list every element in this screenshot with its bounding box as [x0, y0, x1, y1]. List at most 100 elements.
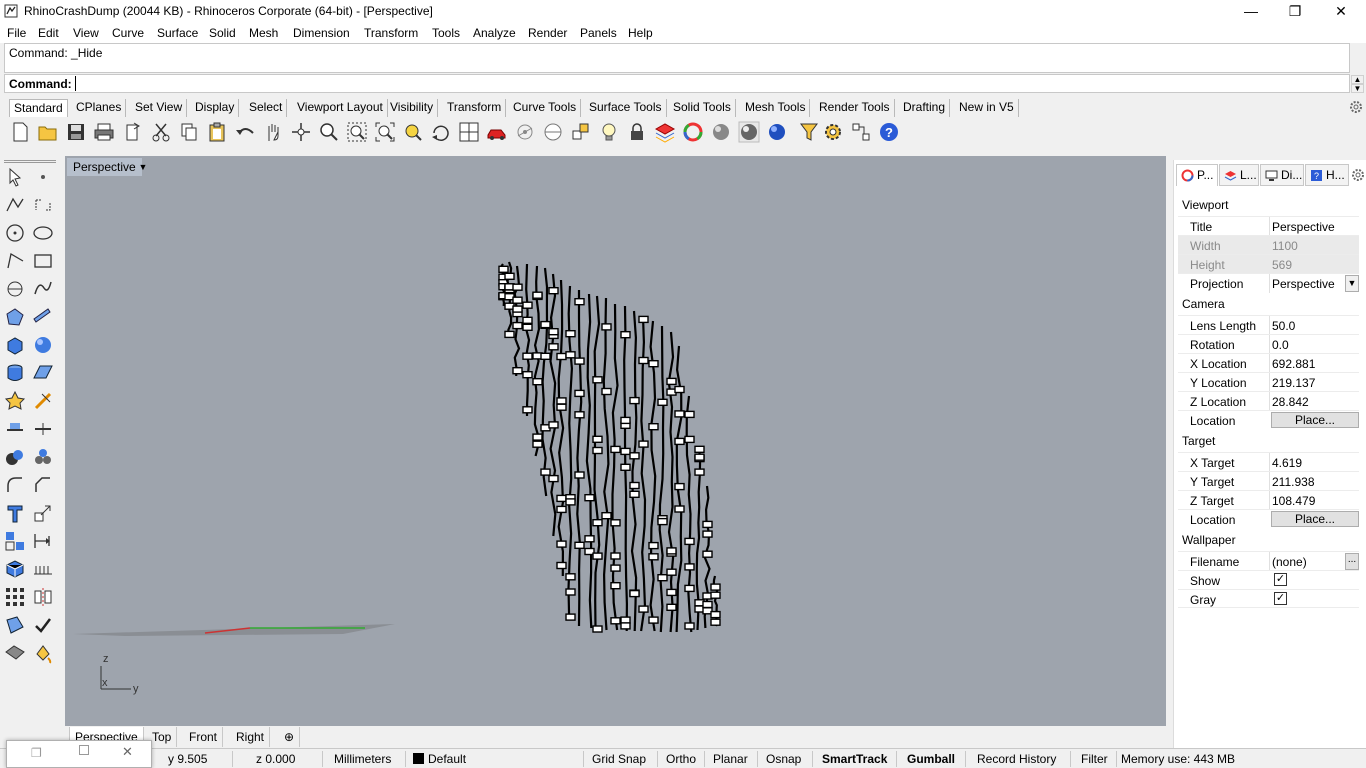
browse-wallpaper-button[interactable]: ... [1345, 553, 1359, 570]
add-viewport-tab-button[interactable]: ⊕ [279, 727, 301, 747]
pan-icon[interactable] [262, 121, 284, 143]
menu-render[interactable]: Render [528, 26, 567, 40]
tab-visibility[interactable]: Visibility [386, 99, 439, 117]
tab-transform[interactable]: Transform [443, 99, 507, 117]
mesh-surface-icon[interactable] [32, 362, 54, 384]
block-icon[interactable] [4, 558, 26, 580]
control-point-marker[interactable] [592, 446, 603, 455]
control-point-marker[interactable] [504, 330, 515, 339]
control-point-marker[interactable] [710, 610, 721, 619]
menu-dimension[interactable]: Dimension [293, 26, 350, 40]
control-point-marker[interactable] [710, 591, 721, 599]
status-layer[interactable]: Default [428, 752, 466, 766]
rotate-3d-icon[interactable] [430, 121, 452, 143]
control-point-marker[interactable] [666, 377, 677, 386]
control-point-marker[interactable] [565, 613, 576, 621]
control-point-marker[interactable] [522, 352, 533, 360]
float-close-button[interactable]: ✕ [122, 744, 133, 760]
control-point-marker[interactable] [694, 468, 705, 476]
prop-rotation-value[interactable]: 0.0 [1272, 338, 1289, 352]
camera-icon[interactable] [514, 121, 536, 143]
control-point-marker[interactable] [638, 440, 649, 448]
control-point-marker[interactable] [702, 600, 713, 609]
toggle-ortho[interactable]: Ortho [666, 752, 696, 766]
gray-checkbox[interactable]: ✓ [1274, 592, 1287, 605]
control-point-marker[interactable] [620, 622, 631, 630]
control-point-marker[interactable] [540, 468, 551, 476]
viewport-scene[interactable]: z x y [65, 156, 1166, 726]
rotate-view-icon[interactable] [290, 121, 312, 143]
control-point-marker[interactable] [629, 452, 640, 460]
minimize-button[interactable]: — [1228, 0, 1274, 23]
rendered-sphere-icon[interactable] [738, 121, 760, 143]
panel-tab-display[interactable]: Di... [1260, 164, 1304, 186]
control-point-marker[interactable] [565, 588, 576, 596]
wireframe-curve[interactable] [649, 320, 657, 632]
control-point-marker[interactable] [556, 494, 567, 503]
lock-icon[interactable] [626, 121, 648, 143]
control-point-marker[interactable] [684, 563, 695, 571]
control-point-marker[interactable] [648, 359, 659, 368]
control-point-marker[interactable] [694, 453, 705, 461]
control-point-marker[interactable] [574, 471, 585, 479]
control-point-marker[interactable] [684, 410, 695, 419]
tab-standard[interactable]: Standard [9, 99, 68, 117]
menu-view[interactable]: View [73, 26, 99, 40]
control-point-marker[interactable] [592, 376, 603, 384]
control-point-marker[interactable] [565, 329, 576, 338]
tab-display[interactable]: Display [191, 99, 240, 117]
polyline-icon[interactable] [4, 194, 26, 216]
control-point-marker[interactable] [666, 588, 677, 597]
control-point-marker[interactable] [498, 265, 509, 274]
control-point-marker[interactable] [532, 433, 543, 441]
control-point-marker[interactable] [684, 435, 695, 444]
toggle-grid-snap[interactable]: Grid Snap [592, 752, 646, 766]
control-point-marker[interactable] [565, 351, 576, 359]
command-input[interactable] [75, 76, 675, 91]
prop-x-target-value[interactable]: 4.619 [1272, 456, 1302, 470]
control-point-marker[interactable] [702, 530, 713, 538]
control-point-marker[interactable] [592, 519, 603, 527]
cylinder-icon[interactable] [4, 362, 26, 384]
wireframe-curve[interactable] [576, 290, 583, 627]
control-point-marker[interactable] [620, 330, 631, 339]
control-point-marker[interactable] [648, 423, 659, 431]
tab-new-in-v5[interactable]: New in V5 [955, 99, 1019, 117]
mirror-icon[interactable] [32, 586, 54, 608]
control-point-marker[interactable] [584, 494, 595, 502]
control-point-marker[interactable] [648, 616, 659, 624]
sphere-icon[interactable] [32, 334, 54, 356]
copy-icon[interactable] [178, 121, 200, 143]
control-point-marker[interactable] [674, 385, 685, 394]
control-point-marker[interactable] [512, 305, 523, 313]
control-point-marker[interactable] [629, 481, 640, 490]
control-point-marker[interactable] [556, 505, 567, 514]
control-point-marker[interactable] [574, 541, 585, 549]
tab-right[interactable]: Right [231, 727, 271, 747]
toggle-record-history[interactable]: Record History [977, 752, 1056, 766]
menu-edit[interactable]: Edit [38, 26, 59, 40]
menu-surface[interactable]: Surface [157, 26, 198, 40]
control-point-marker[interactable] [610, 445, 621, 454]
tab-cplanes[interactable]: CPlanes [72, 99, 127, 117]
array-grid-icon[interactable] [4, 586, 26, 608]
control-point-marker[interactable] [512, 283, 523, 291]
box-icon[interactable] [4, 334, 26, 356]
wireframe-curve[interactable] [513, 265, 521, 377]
control-point-marker[interactable] [556, 403, 567, 411]
wireframe-curve[interactable] [685, 395, 693, 633]
ellipse-icon[interactable] [32, 222, 54, 244]
control-point-marker[interactable] [648, 553, 659, 561]
boolean-union-icon[interactable] [4, 446, 26, 468]
control-point-marker[interactable] [710, 583, 721, 591]
control-point-marker[interactable] [548, 286, 559, 295]
import-icon[interactable] [122, 121, 144, 143]
control-point-marker[interactable] [657, 574, 668, 582]
surface-corner-icon[interactable] [4, 306, 26, 328]
control-point-marker[interactable] [684, 622, 695, 630]
extrude-curve-icon[interactable] [32, 306, 54, 328]
minimized-floating-window[interactable]: ❐ ✕ [6, 740, 152, 768]
panel-settings-gear-icon[interactable] [1351, 168, 1365, 182]
wireframe-curve[interactable] [611, 303, 619, 631]
control-point-marker[interactable] [666, 603, 677, 611]
